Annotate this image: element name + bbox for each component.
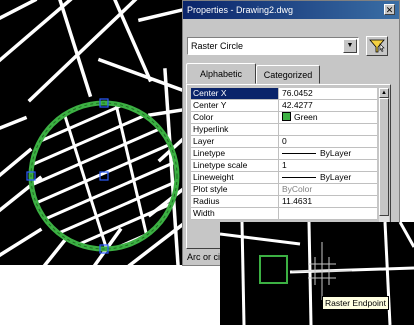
raster-drawing — [0, 0, 185, 268]
close-icon[interactable]: ✕ — [384, 4, 395, 15]
property-row-lineweight[interactable]: Lineweight ByLayer — [191, 172, 377, 184]
property-name: Layer — [191, 136, 279, 147]
property-value[interactable]: 42.4277 — [280, 100, 377, 111]
zoomed-drawing-canvas[interactable]: Raster Endpoint — [219, 221, 414, 326]
lineweight-sample — [282, 177, 316, 179]
property-value-linetype[interactable]: ByLayer — [280, 148, 377, 159]
property-description: Arc or cir — [187, 252, 223, 262]
drawing-canvas[interactable] — [0, 0, 185, 268]
property-value[interactable] — [280, 124, 377, 135]
object-type-select[interactable]: Raster Circle ▼ — [187, 37, 359, 55]
snap-tooltip: Raster Endpoint — [322, 296, 389, 310]
property-value[interactable]: 1 — [280, 160, 377, 171]
property-name: Linetype scale — [191, 160, 279, 171]
linetype-value: ByLayer — [320, 148, 352, 158]
object-type-value: Raster Circle — [191, 41, 244, 51]
palette-title: Properties - Drawing2.dwg — [187, 5, 294, 15]
property-name: Width — [191, 208, 279, 219]
property-row-center-x[interactable]: Center X 76.0452 — [191, 88, 377, 100]
property-name: Center X — [191, 88, 279, 99]
property-row-hyperlink[interactable]: Hyperlink — [191, 124, 377, 136]
property-row-width[interactable]: Width — [191, 208, 377, 220]
scrollbar-thumb[interactable] — [379, 98, 389, 216]
property-row-radius[interactable]: Radius 11.4631 — [191, 196, 377, 208]
property-value[interactable]: 0 — [280, 136, 377, 147]
property-row-center-y[interactable]: Center Y 42.4277 — [191, 100, 377, 112]
tab-categorized[interactable]: Categorized — [256, 65, 320, 84]
property-name: Radius — [191, 196, 279, 207]
property-value[interactable]: 76.0452 — [280, 88, 377, 99]
property-name: Hyperlink — [191, 124, 279, 135]
property-grid-scrollbar[interactable]: ▲ ▼ — [379, 88, 389, 244]
palette-titlebar[interactable]: Properties - Drawing2.dwg ✕ — [183, 1, 399, 19]
scroll-up-icon[interactable]: ▲ — [379, 88, 389, 98]
property-name: Center Y — [191, 100, 279, 111]
property-name: Plot style — [191, 184, 279, 195]
quick-select-icon — [369, 39, 385, 53]
linetype-sample — [282, 153, 316, 155]
property-value[interactable] — [280, 208, 377, 219]
property-row-linetype-scale[interactable]: Linetype scale 1 — [191, 160, 377, 172]
color-value: Green — [294, 112, 318, 122]
property-grid: Center X 76.0452 Center Y 42.4277 Color … — [191, 88, 377, 220]
property-value-color[interactable]: Green — [280, 112, 377, 123]
property-row-layer[interactable]: Layer 0 — [191, 136, 377, 148]
property-row-plot-style[interactable]: Plot style ByColor — [191, 184, 377, 196]
property-name: Lineweight — [191, 172, 279, 183]
property-value[interactable]: 11.4631 — [280, 196, 377, 207]
color-swatch — [282, 112, 291, 121]
property-name: Color — [191, 112, 279, 123]
tab-alphabetic[interactable]: Alphabetic — [186, 63, 256, 84]
chevron-down-icon[interactable]: ▼ — [343, 39, 357, 53]
property-row-color[interactable]: Color Green — [191, 112, 377, 124]
lineweight-value: ByLayer — [320, 172, 352, 182]
property-value: ByColor — [282, 184, 313, 194]
property-name: Linetype — [191, 148, 279, 159]
property-row-linetype[interactable]: Linetype ByLayer — [191, 148, 377, 160]
quick-select-button[interactable] — [366, 36, 388, 56]
property-value-lineweight[interactable]: ByLayer — [280, 172, 377, 183]
